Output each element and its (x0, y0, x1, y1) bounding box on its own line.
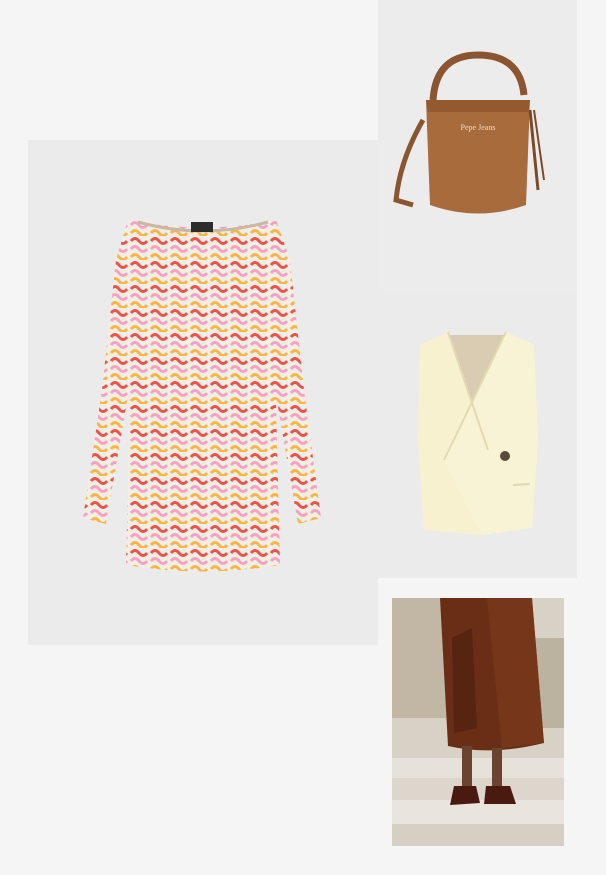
product-tile-bag[interactable]: Pepe Jeans (378, 0, 577, 290)
waistcoat-icon (418, 331, 538, 535)
sequin-skirt-photo-icon (392, 598, 564, 846)
product-tile-waistcoat[interactable] (378, 290, 577, 578)
product-tile-sequin-skirt[interactable] (392, 598, 564, 846)
bag-logo: Pepe Jeans (461, 123, 496, 132)
knit-mini-dress-icon (83, 220, 321, 572)
bucket-bag-icon: Pepe Jeans (393, 51, 545, 214)
product-tile-dress[interactable] (28, 140, 378, 645)
